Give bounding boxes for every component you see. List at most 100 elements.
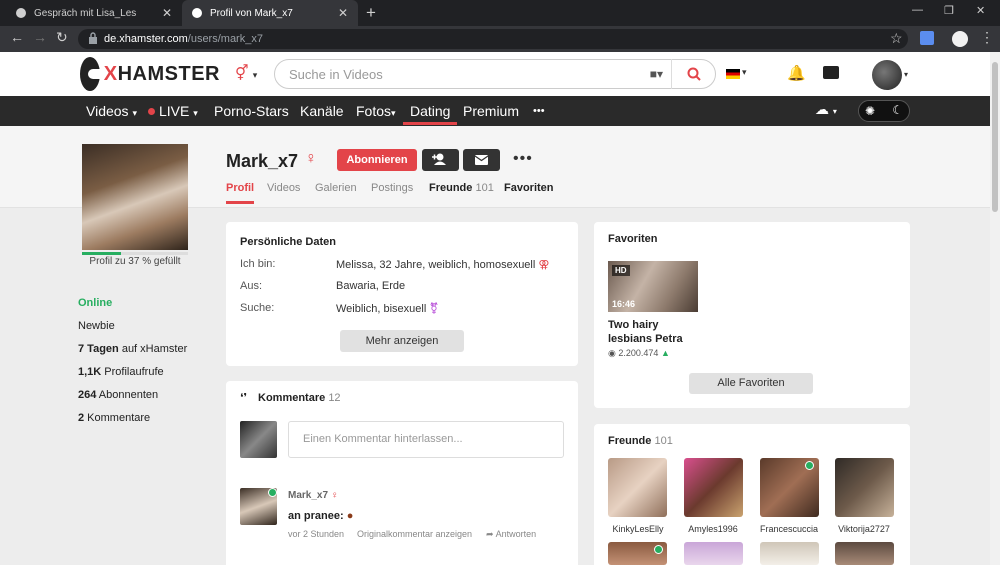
all-favorites-button[interactable]: Alle Favoriten xyxy=(689,373,813,394)
more-actions-icon[interactable]: ••• xyxy=(513,150,533,168)
friend-avatar[interactable] xyxy=(608,458,667,517)
row-value: Melissa, 32 Jahre, weiblich, homosexuell… xyxy=(336,258,549,271)
close-window-icon[interactable]: ✕ xyxy=(976,4,985,17)
show-original-link[interactable]: Originalkommentar anzeigen xyxy=(357,529,472,539)
comments-title: Kommentare 12 xyxy=(258,392,341,404)
online-dot-icon xyxy=(654,545,663,554)
dark-mode-toggle[interactable]: ✺ ☾ xyxy=(858,100,910,122)
friends-title-text: Freunde xyxy=(608,435,652,447)
comments-count[interactable]: 2 Kommentare xyxy=(78,412,150,424)
nav-dating[interactable]: Dating xyxy=(403,96,458,125)
subs-value: 264 xyxy=(78,389,97,401)
tab-galerien[interactable]: Galerien xyxy=(315,182,357,204)
bookmark-star-icon[interactable]: ☆ xyxy=(890,30,903,47)
comments-title-text: Kommentare xyxy=(258,392,326,404)
comment-bubble-icon: ❛❜ xyxy=(240,392,248,404)
profile-picture[interactable] xyxy=(82,144,188,250)
subscribe-button[interactable]: Abonnieren xyxy=(337,149,417,171)
friend-name[interactable]: Francescuccia xyxy=(754,524,824,534)
newbie-badge: Newbie xyxy=(78,320,115,332)
upload-cloud-icon[interactable]: ☁ ▾ xyxy=(815,101,837,118)
favorite-video-thumbnail[interactable]: HD 16:46 xyxy=(608,261,698,312)
comments-label: Kommentare xyxy=(84,412,151,424)
nav-live[interactable]: LIVE ▾ xyxy=(159,96,198,126)
hamster-favicon-icon xyxy=(192,8,202,18)
row-value-text: Melissa, 32 Jahre, weiblich, homosexuell xyxy=(336,259,536,271)
comment-author[interactable]: Mark_x7 ♀ xyxy=(288,490,338,501)
search-button[interactable] xyxy=(671,59,715,89)
german-flag-icon[interactable] xyxy=(726,69,740,79)
search-bar[interactable]: Suche in Videos ■▾ xyxy=(274,59,716,89)
hd-badge: HD xyxy=(612,265,630,276)
tab-freunde[interactable]: Freunde 101 xyxy=(429,182,494,204)
tab-profil[interactable]: Profil xyxy=(226,182,255,204)
friend-name[interactable]: Viktorija2727 xyxy=(829,524,899,534)
comments-count: 12 xyxy=(328,392,341,404)
notification-bell-icon[interactable]: 🔔 xyxy=(787,64,806,82)
url-field[interactable]: de.xhamster.com/users/mark_x7 xyxy=(78,29,908,49)
friend-avatar[interactable] xyxy=(684,542,743,565)
days-value: 7 Tagen xyxy=(78,343,119,355)
close-tab-icon[interactable]: ✕ xyxy=(338,6,348,20)
back-icon[interactable]: ← xyxy=(10,29,24,45)
video-title-line: lesbians Petra xyxy=(608,333,683,345)
browser-tab-chat[interactable]: Gespräch mit Lisa_Les ✕ xyxy=(6,0,182,26)
comment-input[interactable]: Einen Kommentar hinterlassen... xyxy=(288,421,564,458)
reload-icon[interactable]: ↻ xyxy=(56,29,68,46)
send-message-button[interactable] xyxy=(463,149,500,171)
tab-title: Profil von Mark_x7 xyxy=(210,7,293,19)
new-tab-icon[interactable]: + xyxy=(366,3,376,23)
url-path: /users/mark_x7 xyxy=(187,33,263,45)
tab-postings[interactable]: Postings xyxy=(371,182,413,204)
browser-menu-icon[interactable]: ⋮ xyxy=(980,29,994,46)
restore-icon[interactable]: ❐ xyxy=(944,4,954,17)
orientation-filter-icon[interactable]: ⚥ ▾ xyxy=(235,64,257,82)
eye-icon: ◉ xyxy=(608,348,616,358)
subs-label: Abonnenten xyxy=(96,389,159,401)
browser-tab-profile[interactable]: Profil von Mark_x7 ✕ xyxy=(182,0,358,26)
show-more-button[interactable]: Mehr anzeigen xyxy=(340,330,464,352)
search-input[interactable]: Suche in Videos xyxy=(289,67,383,82)
days-label: auf xHamster xyxy=(118,343,188,355)
views-label: Profilaufrufe xyxy=(101,366,164,378)
reply-label: Antworten xyxy=(495,529,537,539)
site-logo[interactable]: XHAMSTER xyxy=(80,57,220,91)
tab-favoriten[interactable]: Favoriten xyxy=(504,182,554,204)
row-label: Ich bin: xyxy=(240,258,276,270)
nav-more-icon[interactable]: ••• xyxy=(533,96,545,126)
nav-pornstars[interactable]: Porno-Stars xyxy=(214,96,289,126)
scrollbar-thumb[interactable] xyxy=(992,62,998,212)
friend-name[interactable]: Amyles1996 xyxy=(678,524,748,534)
envelope-icon xyxy=(474,155,489,165)
messages-icon[interactable] xyxy=(823,66,839,79)
nav-photos[interactable]: Fotos▾ xyxy=(356,96,396,126)
browser-profile-avatar[interactable] xyxy=(952,31,968,47)
subscribers-count[interactable]: 264 Abonnenten xyxy=(78,389,158,401)
friend-name[interactable]: KinkyLesElly xyxy=(603,524,673,534)
favorites-title: Favoriten xyxy=(608,233,658,245)
nav-premium[interactable]: Premium xyxy=(463,96,519,126)
add-friend-button[interactable] xyxy=(422,149,459,171)
profile-completion-text: Profil zu 37 % gefüllt xyxy=(89,256,181,267)
user-avatar[interactable] xyxy=(872,60,902,90)
friend-avatar[interactable] xyxy=(760,542,819,565)
close-tab-icon[interactable]: ✕ xyxy=(162,6,172,20)
friend-avatar[interactable] xyxy=(684,458,743,517)
tab-videos[interactable]: Videos xyxy=(267,182,300,204)
friend-avatar[interactable] xyxy=(835,542,894,565)
reply-link[interactable]: ➦ Antworten xyxy=(486,529,536,540)
minimize-icon[interactable]: — xyxy=(912,4,923,16)
forward-icon[interactable]: → xyxy=(33,29,47,45)
search-icon xyxy=(687,67,701,81)
video-views: ◉ 2.200.474 ▲ xyxy=(608,348,670,359)
camera-filter-icon[interactable]: ■▾ xyxy=(650,67,663,81)
completion-fill xyxy=(82,252,122,255)
friend-avatar[interactable] xyxy=(835,458,894,517)
favorite-video-title[interactable]: Two hairy lesbians Petra xyxy=(608,318,683,346)
nav-channels[interactable]: Kanäle xyxy=(300,96,344,126)
nav-videos[interactable]: Videos ▾ xyxy=(86,96,137,126)
tab-count: 101 xyxy=(475,182,494,194)
page-scrollbar[interactable] xyxy=(990,52,1000,565)
tab-label: Freunde xyxy=(429,182,473,194)
translate-extension-icon[interactable] xyxy=(920,31,934,45)
